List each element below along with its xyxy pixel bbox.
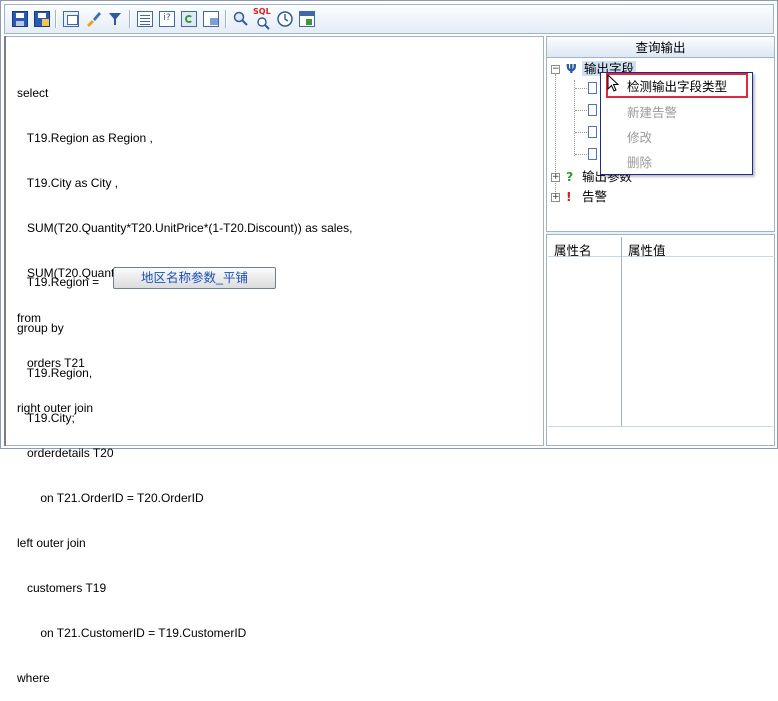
tree-item-label: 告警 bbox=[581, 189, 607, 204]
highlight-box bbox=[606, 73, 748, 98]
field-icon[interactable] bbox=[588, 104, 597, 116]
property-name-header: 属性名 bbox=[554, 243, 592, 258]
expand-icon[interactable]: + bbox=[551, 173, 560, 182]
sql-line: where bbox=[17, 671, 50, 685]
toolbar: i? SQL bbox=[4, 4, 774, 34]
export-icon[interactable] bbox=[201, 9, 221, 29]
sql-line: on T21.CustomerID = T19.CustomerID bbox=[17, 626, 247, 640]
sql-icon[interactable]: SQL bbox=[253, 7, 273, 30]
save-icon[interactable] bbox=[10, 9, 30, 29]
panel-title: 查询输出 bbox=[546, 36, 775, 58]
toolbar-separator bbox=[55, 10, 57, 28]
expand-icon[interactable]: + bbox=[551, 193, 560, 202]
sql-line: group by bbox=[17, 321, 64, 335]
search-icon[interactable] bbox=[231, 9, 251, 29]
sql-block-bottom: group by T19.Region, T19.City; bbox=[17, 291, 92, 441]
toolbar-separator bbox=[129, 10, 131, 28]
question-icon: ? bbox=[566, 169, 574, 184]
sql-line: T19.City; bbox=[17, 411, 75, 425]
sql-line: on T21.OrderID = T20.OrderID bbox=[17, 491, 204, 505]
save-as-icon[interactable] bbox=[32, 9, 52, 29]
tree-line bbox=[575, 88, 587, 89]
sql-line: customers T19 bbox=[17, 581, 107, 595]
sql-line: SUM(T20.Quantity*T20.UnitPrice*(1-T20.Di… bbox=[17, 221, 353, 235]
panel-splitter[interactable] bbox=[546, 231, 775, 235]
field-icon[interactable] bbox=[588, 126, 597, 138]
sql-line: orderdetails T20 bbox=[17, 446, 114, 460]
filter-icon[interactable] bbox=[105, 9, 125, 29]
property-value-header: 属性值 bbox=[628, 243, 666, 258]
clock-icon[interactable] bbox=[275, 9, 295, 29]
menu-item-new-alert[interactable]: 新建告警 bbox=[627, 105, 677, 121]
menu-item-edit[interactable]: 修改 bbox=[627, 130, 652, 146]
sql-line: left outer join bbox=[17, 536, 86, 550]
alert-icon: ! bbox=[566, 189, 572, 204]
sql-line: select bbox=[17, 86, 49, 100]
tree-line bbox=[575, 132, 587, 133]
tree-line bbox=[574, 80, 575, 156]
collapse-icon[interactable]: − bbox=[551, 65, 560, 74]
field-icon[interactable] bbox=[588, 148, 597, 160]
editor-border bbox=[4, 36, 6, 446]
properties-bottom-line bbox=[548, 426, 773, 427]
mouse-cursor-icon bbox=[607, 74, 620, 92]
list-icon[interactable] bbox=[135, 9, 155, 29]
region-param-button[interactable]: 地区名称参数_平铺 bbox=[113, 267, 276, 289]
sql-region-line: T19.Region = bbox=[17, 275, 100, 289]
calendar-icon[interactable] bbox=[297, 9, 317, 29]
sql-line: T19.Region as Region , bbox=[17, 131, 153, 145]
menu-item-delete[interactable]: 删除 bbox=[627, 155, 652, 171]
brush-icon[interactable] bbox=[83, 9, 103, 29]
sql-line: T19.City as City , bbox=[17, 176, 119, 190]
column-divider bbox=[621, 237, 622, 427]
refresh-icon[interactable] bbox=[179, 9, 199, 29]
copy-window-icon[interactable] bbox=[61, 9, 81, 29]
sql-line: T19.Region, bbox=[17, 366, 93, 380]
toolbar-separator bbox=[225, 10, 227, 28]
properties-header: 属性名 属性值 bbox=[548, 237, 773, 258]
tree-line bbox=[575, 154, 587, 155]
info-icon[interactable]: i? bbox=[157, 9, 177, 29]
tree-item-alerts[interactable]: ! 告警 bbox=[566, 189, 607, 205]
filter-icon: Ψ bbox=[566, 61, 577, 76]
field-icon[interactable] bbox=[588, 82, 597, 94]
tree-line bbox=[575, 110, 587, 111]
